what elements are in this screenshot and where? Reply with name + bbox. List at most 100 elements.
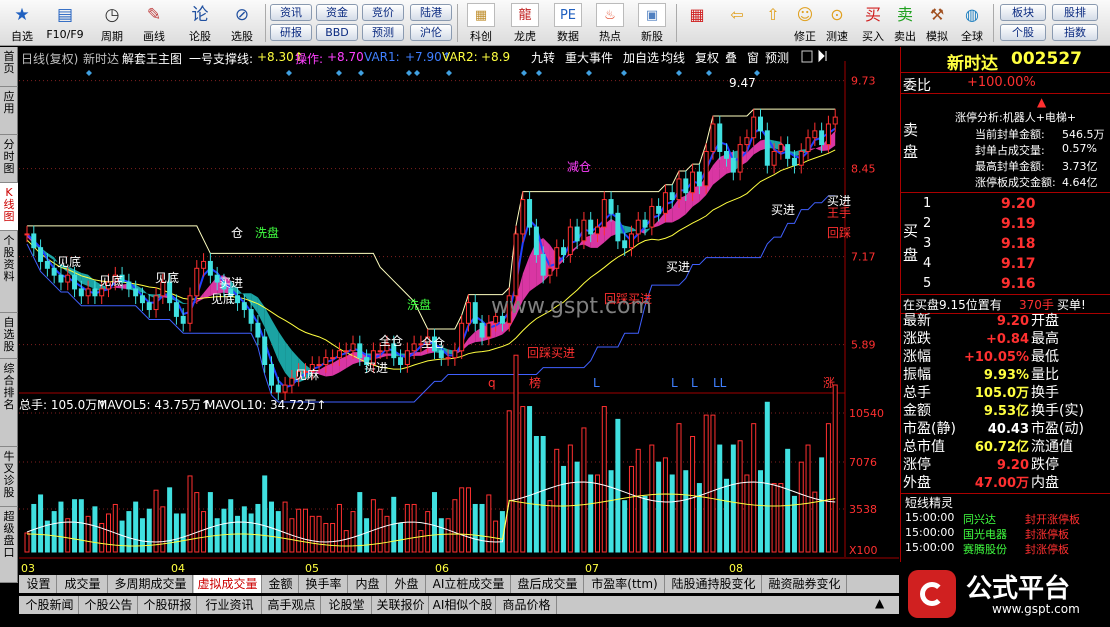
toolbar-button-pencil[interactable]: ✎ 画线 [134,2,174,44]
toolbar-pill2-0[interactable]: 板块 [1000,4,1046,21]
toolbar-pill2-1[interactable]: 股排 [1052,4,1098,21]
spirit-name[interactable]: 同兴达 [963,511,996,527]
xipan-label: 洗盘 [407,297,431,312]
toolbar-pill-6[interactable]: 预测 [362,24,404,41]
chart-search-icon: ⊘ [234,5,250,25]
jianmie-label: 见麻 [295,367,319,382]
toolbar-button-book[interactable]: ▤ F10/F9 [45,2,85,44]
toolbar-button-hammer[interactable]: ⚒ 模拟 [920,2,954,44]
chart-tool-0[interactable]: 九转 [531,50,555,65]
buy-level-row[interactable]: 2 9.19 [921,215,1110,234]
buy-level-row[interactable]: 3 9.18 [921,235,1110,254]
toolbar-button-ipo[interactable]: ▣ 新股 [632,2,672,44]
volume-bar [459,487,465,553]
indicator-tab-10[interactable]: 市盈率(ttm) [585,575,665,593]
indicator-tab-5[interactable]: 换手率 [300,575,348,593]
toolbar-button-discuss[interactable]: 论论股 [180,2,220,44]
info-tab-7[interactable]: AI相似个股 [430,596,496,614]
indicator-tab-1[interactable]: 成交量 [58,575,108,593]
volume-bar [608,470,614,553]
volume-bar [724,478,730,553]
buy-level-row[interactable]: 4 9.17 [921,255,1110,274]
left-tab-8[interactable]: 超级盘口 [0,507,18,583]
scroll-up-icon[interactable]: ▲ [875,596,884,610]
info-tab-4[interactable]: 高手观点 [263,596,321,614]
toolbar-button-label: 修正 [794,30,816,43]
indicator-tab-0[interactable]: 设置 [21,575,57,593]
toolbar-button-back-arrow[interactable]: ⇦ [720,2,754,44]
toolbar-pill-5[interactable]: BBD [316,24,358,41]
toolbar-button-up-arrow[interactable]: ⇧ [756,2,790,44]
left-tab-2[interactable]: 分时图 [0,135,18,183]
ribbon-segment [271,319,279,361]
chart-tool-3[interactable]: 均线 [661,51,685,65]
info-tab-2[interactable]: 个股研报 [139,596,197,614]
chart-tool-2[interactable]: 加自选 [623,51,659,65]
toolbar-button-sell[interactable]: 卖卖出 [888,2,922,44]
indicator-tab-6[interactable]: 内盘 [349,575,387,593]
left-tab-5[interactable]: 自选股 [0,313,18,359]
buy-level-row[interactable]: 1 9.20 [921,195,1110,214]
toolbar-button-clock[interactable]: ◷ 周期 [92,2,132,44]
candle-body [622,240,628,249]
chart-tool-7[interactable]: 预测 [765,51,789,65]
chart-tool-1[interactable]: 重大事件 [565,51,613,65]
toolbar-pill-1[interactable]: 资金 [316,4,358,21]
info-tab-0[interactable]: 个股新闻 [21,596,79,614]
info-tab-5[interactable]: 论股堂 [322,596,372,614]
info-tab-3[interactable]: 行业资讯 [198,596,262,614]
toolbar-button-chart-search[interactable]: ⊘ 选股 [222,2,262,44]
left-tab-0[interactable]: 首页 [0,47,18,87]
toolbar-button-speed[interactable]: ⊙ 测速 [820,2,854,44]
toolbar-button-buy[interactable]: 买买入 [856,2,890,44]
toolbar-pill-7[interactable]: 沪伦 [410,24,452,41]
toolbar-button-pe-data[interactable]: PE 数据 [548,2,588,44]
jiancang-label: 减仓 [567,160,591,174]
left-tab-7[interactable]: 牛叉诊股 [0,447,18,507]
toolbar-pill-2[interactable]: 竞价 [362,4,404,21]
candle-body [791,157,797,166]
toolbar-button-kechuang[interactable]: ▦ 科创 [461,2,501,44]
toolbar-button-color-grid[interactable]: ▦ [680,2,714,44]
collapse-arrow-icon[interactable]: ▲ [1037,95,1046,109]
info-tab-8[interactable]: 商品价格 [497,596,557,614]
indicator-tab-2[interactable]: 多周期成交量 [109,575,193,593]
left-tab-1[interactable]: 应用 [0,87,18,135]
left-tab-4[interactable]: 个股资料 [0,231,18,313]
candle-body [323,357,329,366]
toolbar-pill2-3[interactable]: 指数 [1052,24,1098,41]
toolbar-pill-4[interactable]: 研报 [270,24,312,41]
buy-level-row[interactable]: 5 9.16 [921,275,1110,294]
huicai-label: 回踩买进 [527,346,575,360]
toolbar-button-hot[interactable]: ♨ 热点 [590,2,630,44]
volume-bar [785,448,791,553]
candle-body [554,247,560,269]
volume-bar [506,410,512,553]
chart-tool-5[interactable]: 叠 [725,51,737,65]
indicator-tab-4[interactable]: 金额 [263,575,299,593]
indicator-tab-12[interactable]: 融资融券变化 [763,575,847,593]
spirit-name[interactable]: 国光电器 [963,526,1007,542]
toolbar-pill-3[interactable]: 陆港 [410,4,452,21]
info-tab-6[interactable]: 关联报价 [373,596,429,614]
indicator-tab-7[interactable]: 外盘 [388,575,426,593]
indicator-tab-11[interactable]: 陆股通持股变化 [666,575,762,593]
toolbar-pill2-2[interactable]: 个股 [1000,24,1046,41]
chart-tool-4[interactable]: 复权 [695,51,719,65]
info-tab-1[interactable]: 个股公告 [80,596,138,614]
chart-tool-6[interactable]: 窗 [747,51,759,65]
toolbar-button-star[interactable]: ★ 自选 [2,2,42,44]
indicator-tab-8[interactable]: AI立桩成交量 [427,575,511,593]
indicator-tab-3[interactable]: 虚拟成交量 [194,575,262,593]
toolbar-button-globe[interactable]: ◍ 全球 [955,2,989,44]
spirit-name[interactable]: 赛腾股份 [963,541,1007,557]
toolbar-button-dragon-tiger[interactable]: 龍龙虎 [505,2,545,44]
toolbar-button-fix[interactable]: ☺ 修正 [788,2,822,44]
ribbon-segment [88,274,95,289]
indicator-tab-9[interactable]: 盘后成交量 [512,575,584,593]
kline-chart[interactable]: 日线(复权) 新时达 解套王主图 一号支撑线: +8.30↑ 操作: +8.70… [19,47,899,583]
candle-body [581,219,587,242]
toolbar-pill-0[interactable]: 资讯 [270,4,312,21]
left-tab-6[interactable]: 综合排名 [0,359,18,447]
left-tab-3[interactable]: K线图 [0,183,18,231]
